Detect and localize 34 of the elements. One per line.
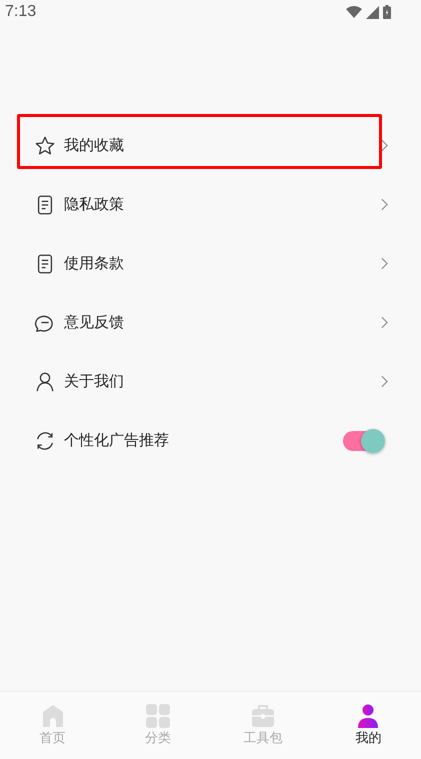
menu-item[interactable]: 使用条款	[17, 234, 388, 293]
chevron-right-icon	[381, 375, 388, 388]
tab-label: 工具包	[244, 730, 283, 747]
menu-label: 隐私政策	[64, 195, 125, 214]
chevron-right-icon	[381, 198, 388, 211]
toolbox-icon	[251, 704, 276, 728]
settings-row[interactable]: 个性化广告推荐	[17, 411, 388, 470]
menu-label: 使用条款	[64, 254, 125, 273]
menu-label: 我的收藏	[64, 136, 125, 155]
tab-label: 分类	[144, 730, 171, 747]
tab-label: 首页	[40, 730, 66, 747]
grid-icon	[146, 704, 170, 728]
star-icon	[34, 134, 56, 156]
status-time: 7:13	[5, 3, 36, 21]
wifi-icon	[346, 6, 362, 18]
menu-label: 关于我们	[64, 372, 125, 391]
menu-label: 意见反馈	[64, 313, 125, 332]
home-icon	[40, 704, 65, 728]
tab-label: 我的	[355, 730, 382, 747]
person-icon	[34, 370, 56, 392]
chevron-right-icon	[381, 257, 388, 270]
chevron-right-icon	[381, 139, 388, 152]
refresh-icon	[34, 430, 56, 452]
person-icon	[356, 704, 380, 728]
menu-item[interactable]: 隐私政策	[17, 175, 388, 234]
menu-label: 个性化广告推荐	[64, 431, 170, 450]
toggle-switch[interactable]	[343, 430, 383, 450]
chevron-right-icon	[381, 316, 388, 329]
nav-tab[interactable]: 我的	[316, 692, 421, 759]
signal-icon	[366, 6, 379, 18]
menu-item[interactable]: 意见反馈	[17, 293, 388, 352]
menu-item[interactable]: 我的收藏	[17, 116, 388, 175]
battery-icon	[383, 5, 391, 19]
menu-item[interactable]: 关于我们	[17, 352, 388, 411]
